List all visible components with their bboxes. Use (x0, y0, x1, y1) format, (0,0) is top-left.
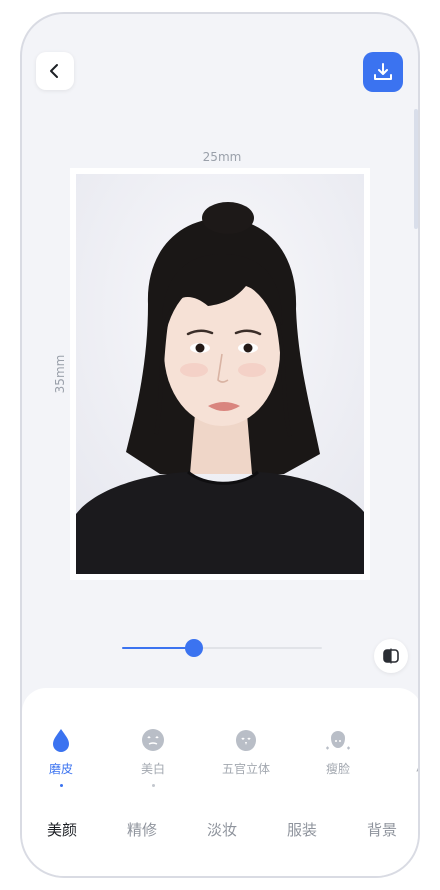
back-button[interactable] (36, 52, 74, 90)
indicator-dot (151, 784, 155, 787)
slider-fill (122, 647, 194, 649)
id-photo-frame (70, 168, 370, 580)
tab-retouch[interactable]: 精修 (102, 810, 182, 850)
tab-background[interactable]: 背景 (342, 810, 418, 850)
phone-frame: 25mm 35mm 磨皮 美白 五官立体 瘦脸 美颜 精修 淡妆 服装 背景 (20, 12, 420, 878)
tab-beauty[interactable]: 美颜 (22, 810, 102, 850)
slider-handle[interactable] (185, 639, 203, 657)
tool-whiten[interactable]: 美白 (105, 726, 201, 787)
tool-label: 五官立体 (221, 762, 270, 776)
portrait-photo (76, 174, 364, 574)
side-accent (414, 109, 418, 229)
face-contour-icon (236, 730, 256, 751)
intensity-slider[interactable] (122, 638, 322, 658)
tab-light-makeup[interactable]: 淡妆 (182, 810, 262, 850)
tool-label: 磨皮 (48, 762, 73, 776)
portrait-illustration (76, 174, 364, 574)
face-slim-icon (326, 731, 350, 750)
tool-label: 小 (416, 760, 418, 777)
active-dot (59, 784, 63, 787)
compare-split-icon (383, 648, 399, 664)
photo-width-label: 25mm (202, 150, 242, 164)
photo-height-label: 35mm (53, 354, 67, 394)
compare-button[interactable] (374, 639, 408, 673)
face-partial-icon (416, 726, 420, 754)
beauty-panel: 磨皮 美白 五官立体 瘦脸 美颜 精修 淡妆 服装 背景 (22, 688, 420, 876)
tool-contour[interactable]: 五官立体 (198, 726, 294, 777)
tool-label: 瘦脸 (325, 762, 350, 776)
face-whiten-icon (142, 729, 164, 751)
category-tabs: 美颜 精修 淡妆 服装 背景 (22, 810, 418, 850)
drop-icon (53, 729, 69, 752)
download-button[interactable] (363, 52, 403, 92)
download-icon (374, 63, 392, 80)
tool-row: 磨皮 美白 五官立体 瘦脸 (22, 726, 420, 796)
tool-label: 美白 (140, 762, 165, 776)
tool-smooth-skin[interactable]: 磨皮 (22, 726, 109, 787)
chevron-left-icon (50, 64, 58, 78)
tab-clothing[interactable]: 服装 (262, 810, 342, 850)
tool-partial[interactable]: 小 (382, 726, 420, 777)
tool-slim-face[interactable]: 瘦脸 (290, 726, 386, 777)
